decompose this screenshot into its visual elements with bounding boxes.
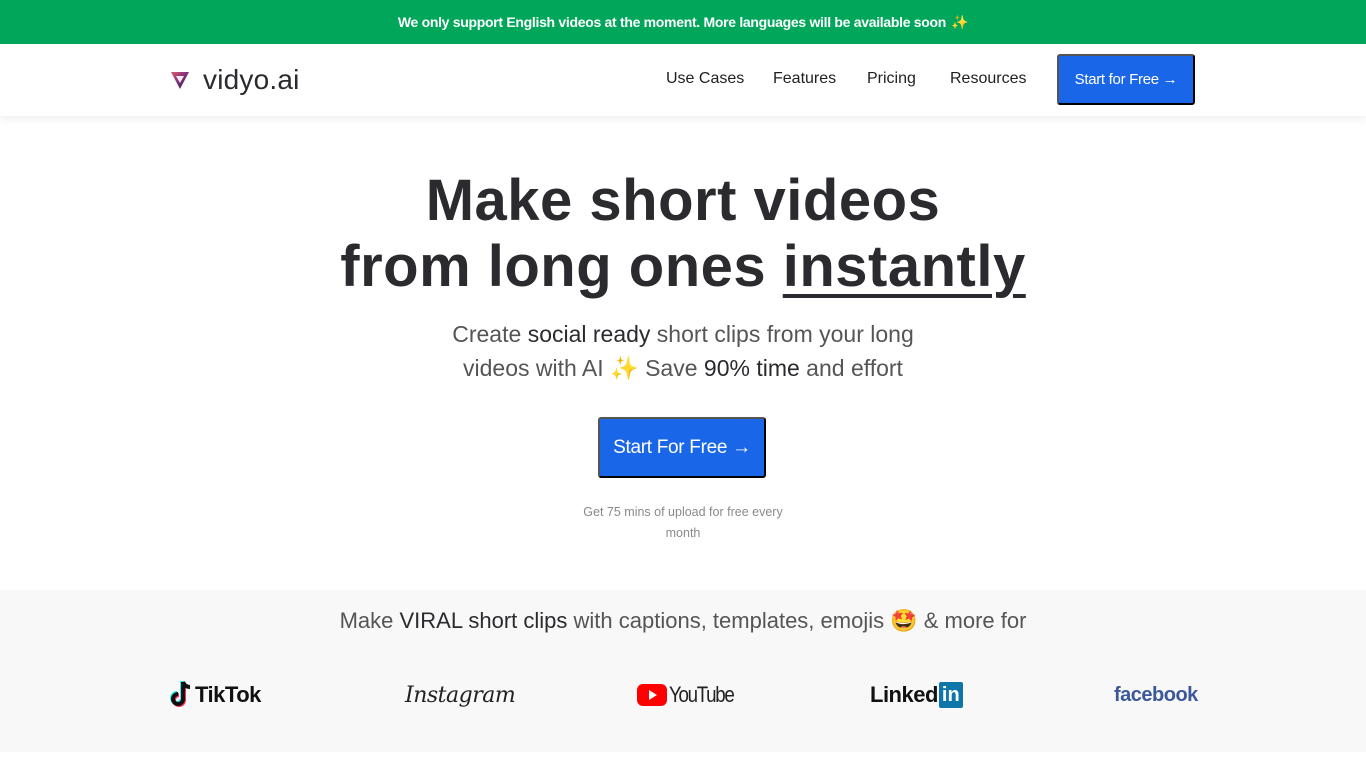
logo-text: vidyo.ai: [203, 64, 300, 95]
linkedin-logo: Linked in: [870, 675, 963, 715]
nav-resources[interactable]: Resources: [950, 70, 1026, 88]
tiktok-note-icon: [170, 681, 191, 707]
start-for-free-button[interactable]: Start for Free →: [1057, 54, 1195, 105]
tiktok-text: TikTok: [195, 682, 261, 707]
logo[interactable]: vidyo.ai: [170, 64, 300, 96]
facebook-text: facebook: [1114, 683, 1198, 706]
instagram-text: Instagram: [405, 682, 516, 708]
hero-title: Make short videos from long ones instant…: [0, 168, 1366, 300]
hero-title-line1: Make short videos: [425, 168, 941, 233]
nav-pricing[interactable]: Pricing: [867, 70, 916, 88]
tiktok-logo: TikTok: [170, 675, 261, 715]
subtitle-text: and effort: [799, 355, 903, 381]
linkedin-in-badge-icon: in: [938, 682, 963, 708]
platforms-title-emphasis: VIRAL short clips: [399, 608, 568, 633]
platforms-section: Make VIRAL short clips with captions, te…: [0, 590, 1366, 752]
platforms-title: Make VIRAL short clips with captions, te…: [0, 608, 1366, 634]
hero-start-for-free-button[interactable]: Start For Free →: [598, 417, 766, 478]
linkedin-text: Linked: [870, 682, 938, 707]
free-upload-note: Get 75 mins of upload for free every mon…: [583, 505, 783, 540]
instagram-logo: Instagram: [405, 675, 516, 715]
youtube-play-icon: [637, 684, 667, 706]
sparkle-icon: ✨: [610, 355, 639, 381]
subtitle-text: videos with AI: [463, 355, 611, 381]
announcement-text: We only support English videos at the mo…: [397, 14, 947, 30]
announcement-bar: We only support English videos at the mo…: [0, 0, 1366, 44]
star-struck-emoji-icon: 🤩: [890, 608, 918, 633]
subtitle-text: short clips from your long: [650, 321, 914, 347]
nav-use-cases[interactable]: Use Cases: [666, 70, 744, 88]
hero-subtitle: Create social ready short clips from you…: [0, 317, 1366, 385]
youtube-text: YouTube: [669, 682, 735, 707]
subtitle-text: Create: [452, 321, 528, 347]
platforms-title-text: & more for: [917, 608, 1027, 633]
subtitle-text: Save: [638, 355, 704, 381]
platforms-title-text: with captions, templates, emojis: [567, 608, 891, 633]
sparkle-icon: ✨: [951, 13, 969, 30]
facebook-logo: facebook: [1114, 675, 1198, 715]
subtitle-emphasis: social ready: [527, 321, 651, 347]
navbar: vidyo.ai Use Cases Features Pricing Reso…: [0, 44, 1366, 116]
vidyo-logo-icon: [171, 72, 189, 89]
nav-features[interactable]: Features: [773, 70, 836, 88]
hero-title-emphasis: instantly: [782, 234, 1026, 299]
youtube-logo: YouTube: [637, 675, 745, 715]
subtitle-emphasis: 90% time: [703, 355, 800, 381]
hero-title-line2: from long ones: [340, 234, 783, 299]
platforms-title-text: Make: [339, 608, 400, 633]
